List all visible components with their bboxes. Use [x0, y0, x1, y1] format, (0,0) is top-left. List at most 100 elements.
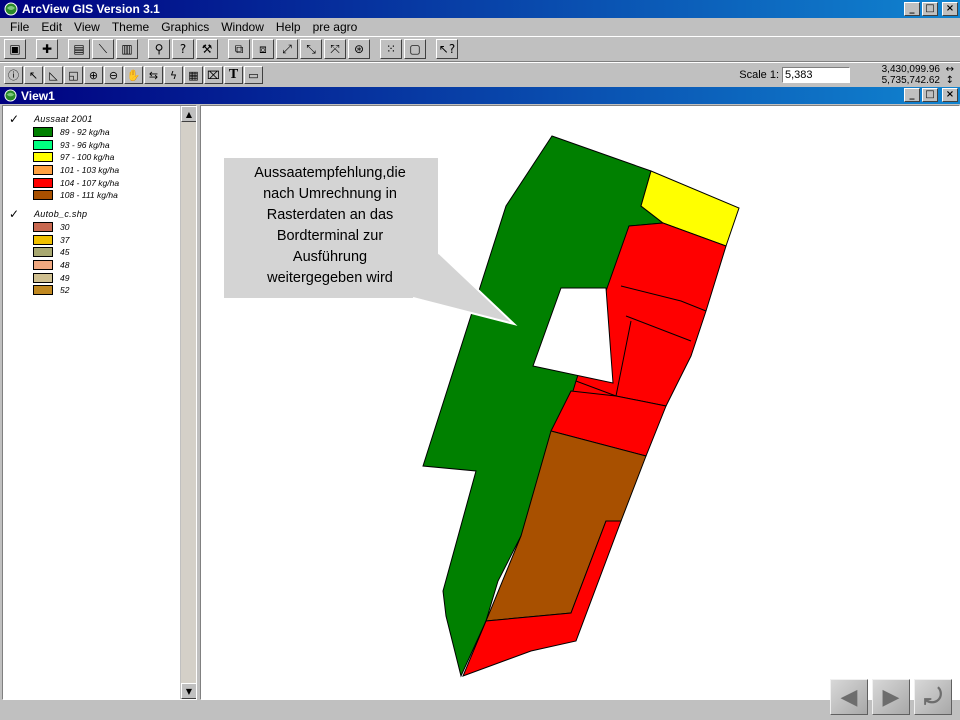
legend-swatch — [33, 272, 53, 283]
view-minimize-button[interactable]: _ — [904, 88, 920, 102]
table-of-contents: ✓ Aussaat 2001 89 - 92 kg/ha 93 - 96 kg/… — [2, 105, 197, 700]
zoom-previous-icon[interactable]: ⊛ — [348, 39, 370, 59]
legend-label: 48 — [60, 260, 70, 271]
scroll-up-icon[interactable]: ▲ — [181, 106, 196, 122]
scale-input[interactable] — [782, 67, 850, 83]
legend-item: 104 - 107 kg/ha — [33, 176, 119, 189]
menu-graphics[interactable]: Graphics — [155, 20, 215, 34]
checkbox-checked-icon[interactable]: ✓ — [9, 113, 20, 125]
callout-line: nach Umrechnung in — [263, 186, 397, 202]
text-icon[interactable]: T — [224, 66, 243, 84]
app-title: ArcView GIS Version 3.1 — [22, 2, 160, 16]
legend-swatch — [33, 152, 53, 163]
area-of-interest-icon[interactable]: ▦ — [184, 66, 203, 84]
menu-pre-agro[interactable]: pre agro — [307, 20, 364, 34]
theme-name: Autob_c.shp — [34, 209, 88, 219]
view-close-button[interactable]: × — [942, 88, 958, 102]
view-window-controls: _ □ × — [904, 88, 958, 102]
help-icon[interactable]: ↖? — [436, 39, 458, 59]
find-icon[interactable]: ⚲ — [148, 39, 170, 59]
view-globe-icon — [4, 89, 17, 102]
legend-swatch — [33, 165, 53, 176]
label-icon[interactable]: ⌧ — [204, 66, 223, 84]
coordinate-arrows-icon: ↔ ↕ — [945, 64, 954, 86]
legend-swatch — [33, 222, 53, 233]
locate-address-icon[interactable]: ⚒ — [196, 39, 218, 59]
zoom-out-tool-icon[interactable]: ⊖ — [104, 66, 123, 84]
scroll-down-icon[interactable]: ▼ — [181, 683, 196, 699]
theme-properties-icon[interactable]: ▤ — [68, 39, 90, 59]
measure-icon[interactable]: ⇆ — [144, 66, 163, 84]
legend-label: 49 — [60, 272, 70, 283]
open-table-icon[interactable]: ▥ — [116, 39, 138, 59]
arcview-globe-icon — [4, 2, 18, 16]
app-window-controls: _ □ × — [904, 2, 958, 16]
legend-item: 30 — [33, 221, 87, 234]
legend-swatch — [33, 127, 53, 138]
query-builder-icon[interactable]: ? — [172, 39, 194, 59]
pointer-icon[interactable]: ↖ — [24, 66, 43, 84]
menu-window[interactable]: Window — [215, 20, 270, 34]
back-icon[interactable]: ◀ — [830, 679, 868, 715]
select-feature-icon[interactable]: ◱ — [64, 66, 83, 84]
legend-label: 104 - 107 kg/ha — [60, 177, 120, 188]
close-button[interactable]: × — [942, 2, 958, 16]
maximize-button[interactable]: □ — [922, 2, 938, 16]
app-titlebar: ArcView GIS Version 3.1 _ □ × — [0, 0, 960, 18]
zoom-to-selected-icon[interactable]: ⤢ — [276, 39, 298, 59]
menu-file[interactable]: File — [4, 20, 35, 34]
legend-item: 45 — [33, 246, 87, 259]
menu-help[interactable]: Help — [270, 20, 307, 34]
theme-autob[interactable]: ✓ Autob_c.shp 30 37 45 48 49 52 — [9, 207, 87, 297]
callout-line: Rasterdaten an das — [266, 207, 394, 223]
coord-x: 3,430,099.96 — [881, 64, 940, 75]
menu-bar: File Edit View Theme Graphics Window Hel… — [0, 18, 960, 36]
callout-line: weitergegeben wird — [267, 270, 393, 286]
menu-theme[interactable]: Theme — [106, 20, 155, 34]
vertex-edit-icon[interactable]: ◺ — [44, 66, 63, 84]
checkbox-checked-icon[interactable]: ✓ — [9, 208, 20, 220]
legend-swatch — [33, 177, 53, 188]
legend-swatch — [33, 260, 53, 271]
legend-item: 48 — [33, 259, 87, 272]
pan-icon[interactable]: ✋ — [124, 66, 143, 84]
identify-icon[interactable]: ⓘ — [4, 66, 23, 84]
menu-view[interactable]: View — [68, 20, 106, 34]
zoom-in-icon[interactable]: ⤡ — [300, 39, 322, 59]
view-maximize-button[interactable]: □ — [922, 88, 938, 102]
view-titlebar: View1 _ □ × — [0, 87, 960, 104]
legend-label: 52 — [60, 285, 70, 296]
hotlink-icon[interactable]: ϟ — [164, 66, 183, 84]
legend-label: 101 - 103 kg/ha — [60, 165, 120, 176]
legend-swatch — [33, 234, 53, 245]
theme-name: Aussaat 2001 — [34, 114, 93, 124]
legend-swatch — [33, 247, 53, 258]
save-icon[interactable]: ▣ — [4, 39, 26, 59]
legend-swatch — [33, 190, 53, 201]
legend-item: 101 - 103 kg/ha — [33, 164, 119, 177]
toc-scrollbar[interactable]: ▲ ▼ — [180, 106, 196, 699]
select-features-icon[interactable]: ⁙ — [380, 39, 402, 59]
zoom-to-extent-icon[interactable]: ⧉ — [228, 39, 250, 59]
callout-line: Bordterminal zur — [276, 228, 384, 244]
status-bar — [0, 700, 960, 720]
minimize-button[interactable]: _ — [904, 2, 920, 16]
callout-text: Aussaatempfehlung,die nach Umrechnung in… — [222, 163, 438, 289]
edit-legend-icon[interactable]: ⟍ — [92, 39, 114, 59]
return-icon[interactable]: ⤾ — [914, 679, 952, 715]
zoom-in-tool-icon[interactable]: ⊕ — [84, 66, 103, 84]
zoom-to-themes-icon[interactable]: ⧈ — [252, 39, 274, 59]
legend-item: 108 - 111 kg/ha — [33, 189, 119, 202]
theme-aussaat[interactable]: ✓ Aussaat 2001 89 - 92 kg/ha 93 - 96 kg/… — [9, 112, 119, 202]
forward-icon[interactable]: ▶ — [872, 679, 910, 715]
draw-icon[interactable]: ▭ — [244, 66, 263, 84]
legend-swatch — [33, 285, 53, 296]
legend-item: 93 - 96 kg/ha — [33, 139, 119, 152]
menu-edit[interactable]: Edit — [35, 20, 68, 34]
zoom-out-icon[interactable]: ⤧ — [324, 39, 346, 59]
presentation-navigation: ◀ ▶ ⤾ — [830, 679, 952, 715]
legend-label: 93 - 96 kg/ha — [60, 139, 110, 150]
clear-selection-icon[interactable]: ▢ — [404, 39, 426, 59]
add-theme-icon[interactable]: ✚ — [36, 39, 58, 59]
callout-line: Aussaatempfehlung,die — [254, 165, 406, 181]
